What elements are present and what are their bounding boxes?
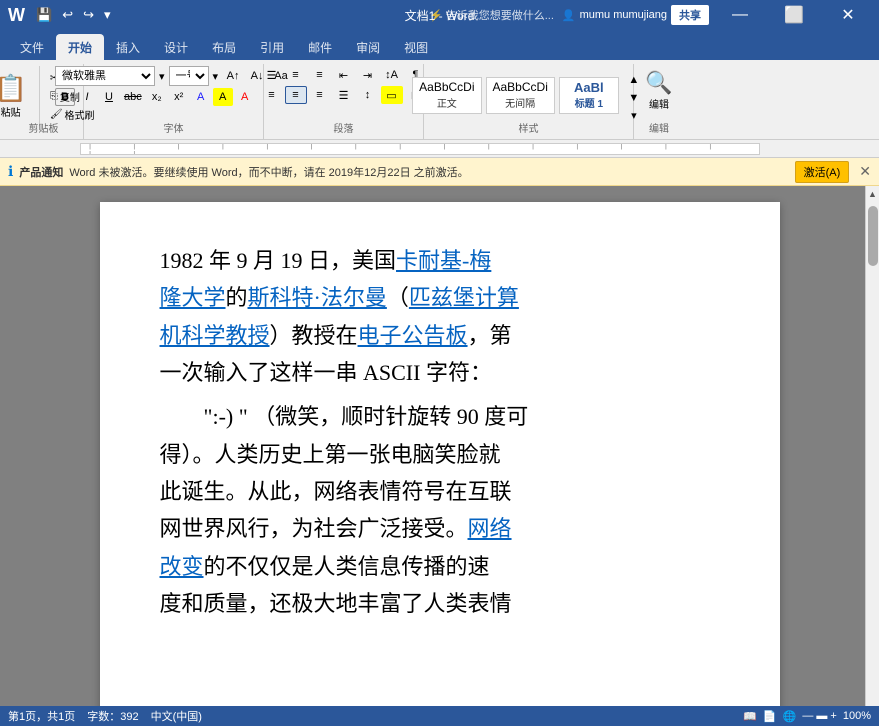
style-normal[interactable]: AaBbCcDi 正文 xyxy=(412,77,481,114)
notification-icon: ℹ xyxy=(8,163,13,180)
align-center-btn[interactable]: ≡ xyxy=(285,86,307,104)
font-label: 字体 xyxy=(164,120,184,135)
search-icon: 🔍 xyxy=(645,70,672,96)
window-title: 文档1 - Word xyxy=(405,7,475,24)
indent-btn[interactable]: ⇥ xyxy=(357,66,379,84)
font-name-select[interactable]: 微软雅黑 xyxy=(55,66,155,86)
align-left-btn[interactable]: ≡ xyxy=(261,86,283,104)
text-effect-btn[interactable]: A xyxy=(191,88,211,106)
paste-icon: 📋 xyxy=(0,73,27,104)
font-size-dropdown[interactable]: ▾ xyxy=(211,70,221,83)
fill-color-btn[interactable]: ▭ xyxy=(381,86,403,104)
print-layout-btn[interactable]: 📄 xyxy=(763,710,777,723)
bold-btn[interactable]: B xyxy=(55,88,75,106)
minimize-btn[interactable]: — xyxy=(717,0,763,30)
redo-quick-btn[interactable]: ↪ xyxy=(80,5,97,25)
maximize-btn[interactable]: ⬜ xyxy=(771,0,817,30)
line-spacing-btn[interactable]: ↕ xyxy=(357,86,379,104)
italic-btn[interactable]: I xyxy=(77,88,97,106)
vertical-scrollbar[interactable]: ▲ xyxy=(865,186,879,706)
tab-references[interactable]: 引用 xyxy=(248,34,296,60)
scroll-thumb[interactable] xyxy=(868,206,878,266)
user-name[interactable]: mumu mumujiang xyxy=(580,9,667,21)
strikethrough-btn[interactable]: abc xyxy=(121,88,145,106)
style-no-spacing[interactable]: AaBbCcDi 无间隔 xyxy=(486,77,555,114)
sort-btn[interactable]: ↕A xyxy=(381,66,403,84)
paragraph-label: 段落 xyxy=(334,120,354,135)
paragraph-group: ☰ ≡ ≡ ⇤ ⇥ ↕A ¶ ≡ ≡ ≡ ☰ ↕ ▭ ⊞ 段 xyxy=(264,64,424,139)
close-btn[interactable]: ✕ xyxy=(825,0,871,30)
word-count: 字数：392 xyxy=(87,708,138,724)
user-icon: 👤 xyxy=(562,9,576,22)
font-group: 微软雅黑 ▾ 一号 二号 三号 四号 小四 五号 ▾ A↑ A↓ Aa xyxy=(84,64,264,139)
title-bar: W 💾 ↩ ↪ ▾ 文档1 - Word ⚡ 告诉我您想要做什么... 👤 mu… xyxy=(0,0,879,30)
web-layout-btn[interactable]: 🌐 xyxy=(783,710,797,723)
bullets-btn[interactable]: ☰ xyxy=(261,66,283,84)
tab-file[interactable]: 文件 xyxy=(8,34,56,60)
align-right-btn[interactable]: ≡ xyxy=(309,86,331,104)
numbering-btn[interactable]: ≡ xyxy=(285,66,307,84)
styles-label: 样式 xyxy=(519,120,539,135)
justify-btn[interactable]: ☰ xyxy=(333,86,355,104)
activate-btn[interactable]: 激活(A) xyxy=(795,161,850,183)
editing-label: 编辑 xyxy=(649,96,669,111)
save-quick-btn[interactable]: 💾 xyxy=(33,5,55,25)
link-network-change[interactable]: 网络改变 xyxy=(160,516,512,578)
scroll-up-arrow[interactable]: ▲ xyxy=(868,186,877,202)
tab-view[interactable]: 视图 xyxy=(392,34,440,60)
tab-insert[interactable]: 插入 xyxy=(104,34,152,60)
quick-access-toolbar: W 💾 ↩ ↪ ▾ xyxy=(8,5,114,26)
document-content[interactable]: 1982 年 9 月 19 日，美国卡耐基-梅隆大学的斯科特·法尔曼（匹兹堡计算… xyxy=(160,242,720,623)
read-mode-btn[interactable]: 📖 xyxy=(743,710,757,723)
paste-btn[interactable]: 📋 粘贴 xyxy=(0,69,33,123)
underline-btn[interactable]: U xyxy=(99,88,119,106)
multilevel-btn[interactable]: ≡ xyxy=(309,66,331,84)
outdent-btn[interactable]: ⇤ xyxy=(333,66,355,84)
ribbon-body: 📋 粘贴 ✂ 剪切 ⎘ 复制 🖌 格式刷 xyxy=(0,60,879,140)
zoom-level: 100% xyxy=(843,710,871,722)
editing-group: 🔍 编辑 编辑 xyxy=(634,64,684,139)
notification-badge: 产品通知 xyxy=(19,164,63,180)
language: 中文(中国) xyxy=(151,708,202,724)
font-name-dropdown[interactable]: ▾ xyxy=(157,70,167,83)
zoom-slider[interactable]: — ▬ + xyxy=(802,710,837,722)
style-heading1[interactable]: AaBl 标题 1 xyxy=(559,77,619,115)
undo-quick-btn[interactable]: ↩ xyxy=(59,5,76,25)
customize-quick-btn[interactable]: ▾ xyxy=(101,5,114,25)
subscript-btn[interactable]: x₂ xyxy=(147,88,167,106)
ruler: | | | | | | | | | | | | | | | | | xyxy=(0,140,879,158)
text-color-btn[interactable]: A xyxy=(235,88,255,106)
tab-home[interactable]: 开始 xyxy=(56,34,104,60)
font-size-select[interactable]: 一号 二号 三号 四号 小四 五号 xyxy=(169,66,209,86)
word-logo-icon: W xyxy=(8,5,25,26)
document-page: 1982 年 9 月 19 日，美国卡耐基-梅隆大学的斯科特·法尔曼（匹兹堡计算… xyxy=(100,202,780,706)
notification-text: Word 未被激活。要继续使用 Word，而不中断，请在 2019年12月22日… xyxy=(69,164,788,180)
search-btn[interactable]: 🔍 编辑 xyxy=(639,66,678,115)
share-btn[interactable]: 共享 xyxy=(671,5,709,25)
notification-close-btn[interactable]: ✕ xyxy=(859,163,871,180)
tab-design[interactable]: 设计 xyxy=(152,34,200,60)
document-area: 1982 年 9 月 19 日，美国卡耐基-梅隆大学的斯科特·法尔曼（匹兹堡计算… xyxy=(0,186,879,706)
link-bbs[interactable]: 电子公告板 xyxy=(358,323,468,348)
text-highlight-btn[interactable]: A xyxy=(213,88,233,106)
page-info: 第1页，共1页 xyxy=(8,708,75,724)
link-scott-fahlman[interactable]: 斯科特·法尔曼 xyxy=(248,285,387,310)
notification-bar: ℹ 产品通知 Word 未被激活。要继续使用 Word，而不中断，请在 2019… xyxy=(0,158,879,186)
tab-review[interactable]: 审阅 xyxy=(344,34,392,60)
editing-group-label: 编辑 xyxy=(649,120,669,135)
ribbon-tab-bar: 文件 开始 插入 设计 布局 引用 邮件 审阅 视图 xyxy=(0,30,879,60)
status-bar: 第1页，共1页 字数：392 中文(中国) 📖 📄 🌐 — ▬ + 100% xyxy=(0,706,879,726)
superscript-btn[interactable]: x² xyxy=(169,88,189,106)
app-window: W 💾 ↩ ↪ ▾ 文档1 - Word ⚡ 告诉我您想要做什么... 👤 mu… xyxy=(0,0,879,726)
tab-mailings[interactable]: 邮件 xyxy=(296,34,344,60)
tab-layout[interactable]: 布局 xyxy=(200,34,248,60)
user-area: 👤 mumu mumujiang 共享 xyxy=(562,5,709,25)
increase-font-btn[interactable]: A↑ xyxy=(222,67,244,85)
styles-group: AaBbCcDi 正文 AaBbCcDi 无间隔 AaBl 标题 1 xyxy=(424,64,634,139)
